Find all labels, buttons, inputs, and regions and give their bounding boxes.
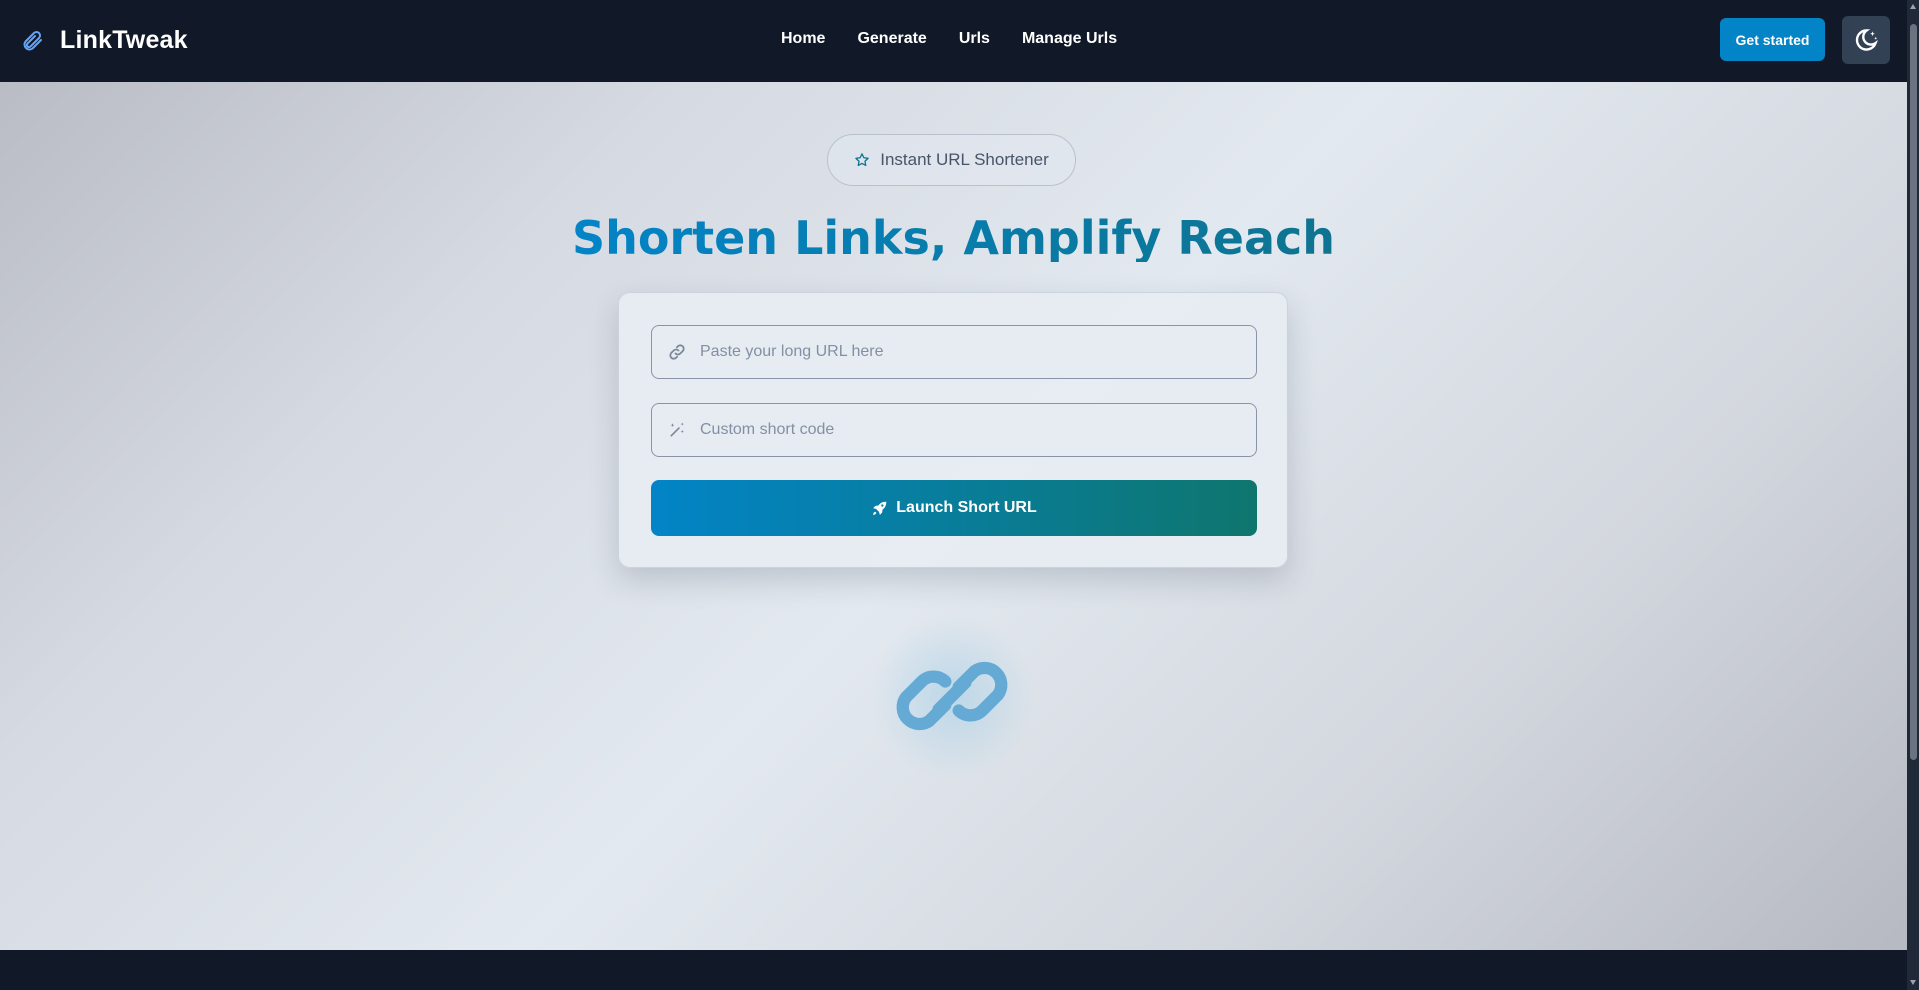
top-navbar: LinkTweak Home Generate Urls Manage Urls… — [0, 0, 1907, 82]
launch-button-label: Launch Short URL — [896, 499, 1037, 516]
hero-badge: Instant URL Shortener — [827, 134, 1076, 186]
launch-short-url-button[interactable]: Launch Short URL — [651, 480, 1257, 536]
short-code-input[interactable] — [652, 404, 1256, 456]
brand-logo-link[interactable]: LinkTweak — [20, 26, 188, 55]
theme-toggle-button[interactable] — [1842, 16, 1890, 64]
page-footer — [0, 950, 1907, 990]
brand-name: LinkTweak — [60, 26, 188, 54]
get-started-button[interactable]: Get started — [1720, 18, 1825, 61]
short-code-field — [651, 403, 1257, 457]
long-url-input[interactable] — [652, 326, 1256, 378]
scroll-up-arrow-icon[interactable] — [1910, 4, 1916, 9]
nav-link-manage-urls[interactable]: Manage Urls — [1022, 30, 1117, 48]
long-url-field — [651, 325, 1257, 379]
shorten-form-card: Launch Short URL — [618, 292, 1288, 568]
star-icon — [855, 153, 869, 167]
nav-link-urls[interactable]: Urls — [959, 30, 990, 48]
paperclip-link-icon — [23, 30, 42, 50]
page-scrollbar[interactable] — [1907, 0, 1919, 990]
moon-stars-icon — [1855, 29, 1878, 51]
hero-headline: Shorten Links, Amplify Reach — [0, 208, 1907, 262]
scrollbar-thumb[interactable] — [1910, 24, 1917, 760]
badge-label: Instant URL Shortener — [880, 150, 1049, 169]
main-nav: Home Generate Urls Manage Urls — [781, 30, 1117, 48]
chain-link-icon — [896, 661, 1008, 731]
headline-text: Shorten Links, Amplify Reach — [572, 211, 1335, 262]
nav-link-home[interactable]: Home — [781, 30, 825, 48]
link-icon — [669, 344, 685, 360]
nav-link-generate[interactable]: Generate — [857, 30, 926, 48]
magic-wand-icon — [670, 422, 684, 437]
scroll-down-arrow-icon[interactable] — [1910, 980, 1916, 985]
rocket-icon — [873, 501, 887, 515]
